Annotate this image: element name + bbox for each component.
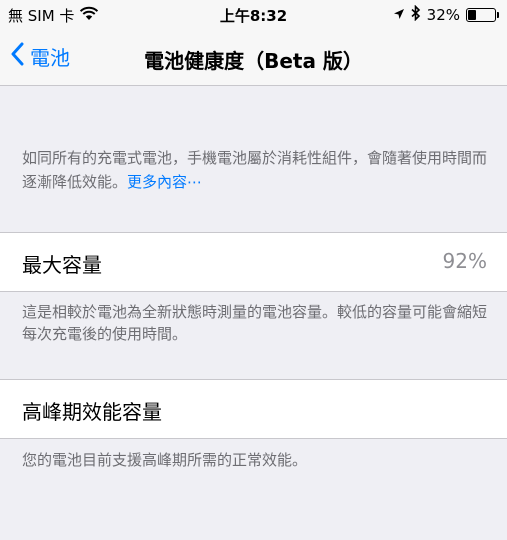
battery-level-fill bbox=[468, 10, 476, 20]
battery-description: 如同所有的充電式電池，手機電池屬於消耗性組件，會隨著使用時間而逐漸降低效能。更多… bbox=[22, 146, 492, 194]
max-capacity-cell: 最大容量 92% bbox=[0, 232, 507, 292]
max-capacity-footer: 這是相較於電池為全新狀態時測量的電池容量。較低的容量可能會縮短每次充電後的使用時… bbox=[22, 303, 488, 343]
navigation-bar: 電池 電池健康度（Beta 版） bbox=[0, 30, 507, 86]
learn-more-link[interactable]: 更多內容⋯ bbox=[127, 173, 202, 191]
status-bar: 無 SIM 卡 上午8:32 32% bbox=[0, 0, 507, 30]
peak-performance-label: 高峰期效能容量 bbox=[22, 400, 162, 424]
page-title: 電池健康度（Beta 版） bbox=[144, 49, 363, 73]
location-arrow-icon bbox=[393, 6, 405, 24]
max-capacity-value: 92% bbox=[442, 249, 487, 273]
status-bar-right: 32% bbox=[393, 4, 499, 25]
description-text: 如同所有的充電式電池，手機電池屬於消耗性組件，會隨著使用時間而逐漸降低效能。 bbox=[22, 149, 488, 191]
bluetooth-icon bbox=[411, 4, 421, 25]
peak-performance-cell: 高峰期效能容量 bbox=[0, 379, 507, 439]
max-capacity-label: 最大容量 bbox=[22, 253, 102, 277]
battery-icon bbox=[466, 8, 496, 22]
battery-percent: 32% bbox=[426, 6, 460, 24]
peak-performance-footer: 您的電池目前支援高峰期所需的正常效能。 bbox=[22, 451, 308, 469]
battery-cap bbox=[497, 12, 499, 18]
